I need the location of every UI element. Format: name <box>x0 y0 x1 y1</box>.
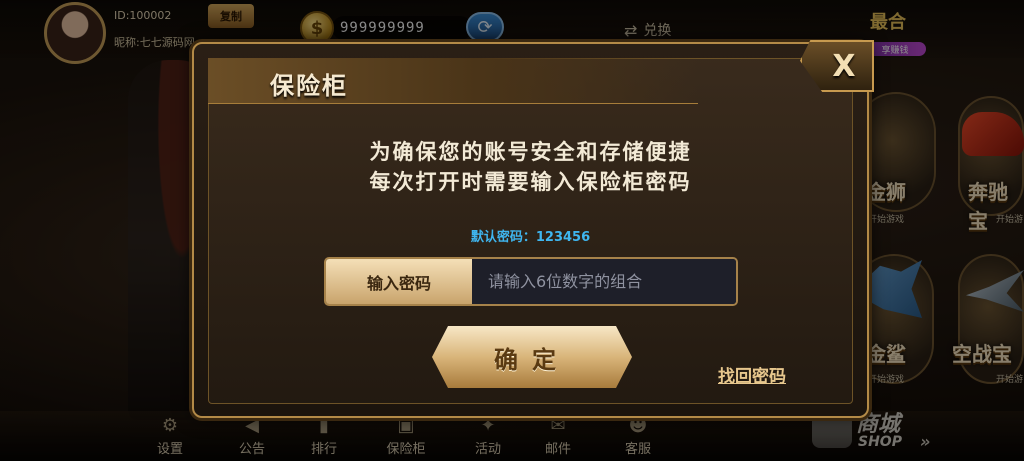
confirm-button[interactable]: 确定 <box>432 326 632 388</box>
password-label: 输入密码 <box>326 259 472 304</box>
password-input[interactable] <box>472 259 736 304</box>
confirm-label: 确定 <box>494 345 570 374</box>
password-field-row: 输入密码 <box>324 257 738 306</box>
default-password-hint: 默认密码：123456 <box>470 230 591 245</box>
recover-password-link[interactable]: 找回密码 <box>718 362 786 387</box>
close-icon: X <box>832 48 856 84</box>
dialog-title: 保险柜 <box>270 72 348 100</box>
notice-line-2: 每次打开时需要输入保险柜密码 <box>369 170 692 194</box>
notice-line-1: 为确保您的账号安全和存储便捷 <box>369 140 692 164</box>
